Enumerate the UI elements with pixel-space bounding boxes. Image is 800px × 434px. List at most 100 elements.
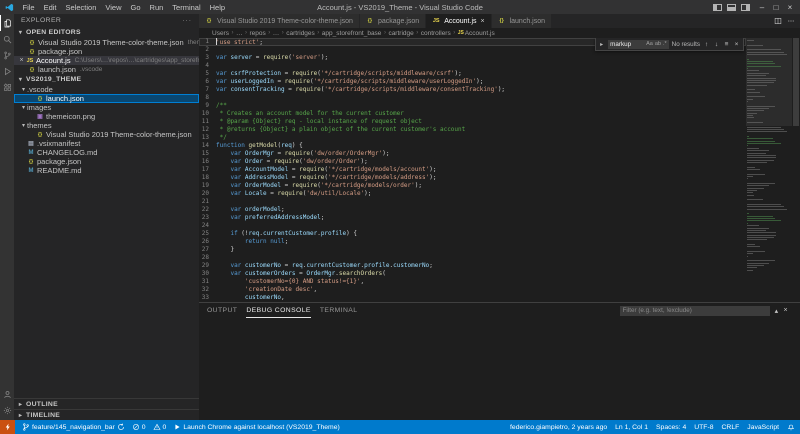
whole-word-toggle[interactable]: ab [655,41,661,47]
minimize-button[interactable]: – [755,3,769,12]
tree-file-item[interactable]: M README.md [14,166,199,175]
tree-file-item[interactable]: {} launch.json [14,94,199,103]
editor-tab[interactable]: JS Account.js × [426,14,492,28]
activity-settings-icon[interactable] [0,402,14,418]
editor-tab[interactable]: {} package.json [359,14,427,28]
section-outline[interactable]: OUTLINE [14,398,199,409]
status-warnings[interactable]: 0 [153,423,166,431]
json-file-icon: {} [29,66,35,73]
menu-edit[interactable]: Edit [39,3,61,12]
open-editor-item[interactable]: {} launch.json .vscode [14,65,199,74]
open-editor-item[interactable]: {} Visual Studio 2019 Theme-color-theme.j… [14,38,199,47]
status-notifications[interactable] [787,423,795,431]
code-line: 13 */ [199,134,746,142]
remote-indicator[interactable] [0,420,15,434]
line-content: var orderModel; [230,206,285,213]
split-editor-icon[interactable] [774,17,782,25]
breadcrumb-item[interactable]: app_storefront_base [322,30,382,37]
breadcrumb-item[interactable]: cartridge [388,30,413,37]
close-tab-icon[interactable]: × [481,18,485,25]
tree-header[interactable]: VS2019_THEME [14,74,199,85]
breadcrumb-item[interactable]: Users [212,30,229,37]
status-eol[interactable]: CRLF [722,424,740,431]
open-editors-header[interactable]: OPEN EDITORS [14,27,199,38]
open-editor-item[interactable]: × JS Account.js C:\Users\…\repos\…\cartridg… [14,56,199,65]
tree-file-item[interactable]: ▤ .vsixmanifest [14,139,199,148]
scrollbar-thumb[interactable] [793,38,799,126]
tabs: {} Visual Studio 2019 Theme-color-theme.j… [199,14,553,28]
tree-file-item[interactable]: {} Visual Studio 2019 Theme-color-theme.j… [14,130,199,139]
section-timeline[interactable]: TIMELINE [14,409,199,420]
status-encoding[interactable]: UTF-8 [694,424,713,431]
status-cursor-position[interactable]: Ln 1, Col 1 [615,424,648,431]
find-previous-icon[interactable] [703,41,710,48]
breadcrumb-item[interactable]: JS Account.js [458,30,495,37]
tree-folder-item[interactable]: themes [14,121,199,130]
editor-tab[interactable]: {} launch.json [491,14,553,28]
close-editor-icon[interactable]: × [17,57,26,64]
tree-folder-item[interactable]: images [14,103,199,112]
status-author-info[interactable]: federico.giampietro, 2 years ago [510,424,607,431]
tree-folder-item[interactable]: .vscode [14,85,199,94]
find-input[interactable] [610,40,645,48]
code-editor[interactable]: 1 'use strict'; 2 3 var server = require('se… [199,38,746,302]
editor-scrollbar[interactable] [792,38,800,302]
activity-explorer-icon[interactable] [0,15,14,31]
breadcrumb-item[interactable]: controllers [421,30,451,37]
toggle-sidebar-icon[interactable] [713,3,722,11]
filter-input[interactable] [619,305,770,316]
regex-toggle[interactable]: .* [663,41,667,47]
find-close-icon[interactable] [733,41,740,48]
status-errors[interactable]: 0 [132,423,146,431]
panel-tab-terminal[interactable]: TERMINAL [320,303,358,318]
activity-search-icon[interactable] [0,31,14,47]
breadcrumb-item[interactable]: cartridges [286,30,315,37]
status-debug-launch[interactable]: Launch Chrome against localhost (VS2019_… [173,423,340,431]
toggle-panel-icon[interactable] [727,3,736,11]
menu-help[interactable]: Help [205,3,229,12]
close-panel-icon[interactable] [784,307,789,314]
panel-tab-output[interactable]: OUTPUT [207,303,237,318]
menu-go[interactable]: Go [126,3,145,12]
breadcrumb-item[interactable]: repos [249,30,265,37]
panel-tab-debug-console[interactable]: DEBUG CONSOLE [246,303,311,318]
activity-run-debug-icon[interactable] [0,63,14,79]
chevron-down-icon [17,29,24,36]
open-editor-item[interactable]: {} package.json [14,47,199,56]
menu-terminal[interactable]: Terminal [168,3,205,12]
code-line: 31 'customerNo={0} AND status!={1}', [199,278,746,286]
menu-view[interactable]: View [101,3,126,12]
minimap[interactable] [746,38,792,302]
more-actions-icon[interactable] [182,17,192,24]
activity-extensions-icon[interactable] [0,79,14,95]
breadcrumb-item[interactable]: … [236,30,243,37]
menu-selection[interactable]: Selection [61,3,101,12]
breadcrumb-label: cartridges [286,29,315,37]
maximize-button[interactable]: □ [769,3,783,12]
tree-file-item[interactable]: {} package.json [14,157,199,166]
tree-file-item[interactable]: M CHANGELOG.md [14,148,199,157]
toggle-secondary-sidebar-icon[interactable] [741,3,750,11]
item-label: Visual Studio 2019 Theme-color-theme.jso… [46,130,192,139]
find-input-wrap: Aaab.* [608,39,669,49]
status-indentation[interactable]: Spaces: 4 [656,424,686,431]
close-button[interactable]: × [783,3,797,12]
activity-account-icon[interactable] [0,386,14,402]
status-git-branch[interactable]: feature/145_navigation_bar [22,423,125,431]
maximize-panel-icon[interactable] [775,307,779,315]
menu-file[interactable]: File [18,3,39,12]
breadcrumb-item[interactable]: … [273,30,280,37]
activity-source-control-icon[interactable] [0,47,14,63]
more-actions-icon[interactable] [787,17,795,25]
tree-file-item[interactable]: ▣ themeicon.png [14,112,199,121]
menu-run[interactable]: Run [145,3,168,12]
editor-tab[interactable]: {} Visual Studio 2019 Theme-color-theme.j… [199,14,360,28]
status-language-mode[interactable]: JavaScript [747,424,779,431]
panel-content [199,318,800,420]
minimap-line [747,175,753,177]
find-expand-icon[interactable] [598,41,605,48]
find-in-selection-icon[interactable] [723,41,730,48]
find-next-icon[interactable] [713,41,720,48]
js-file-icon: JS [26,57,34,64]
match-case-toggle[interactable]: Aa [646,41,653,47]
